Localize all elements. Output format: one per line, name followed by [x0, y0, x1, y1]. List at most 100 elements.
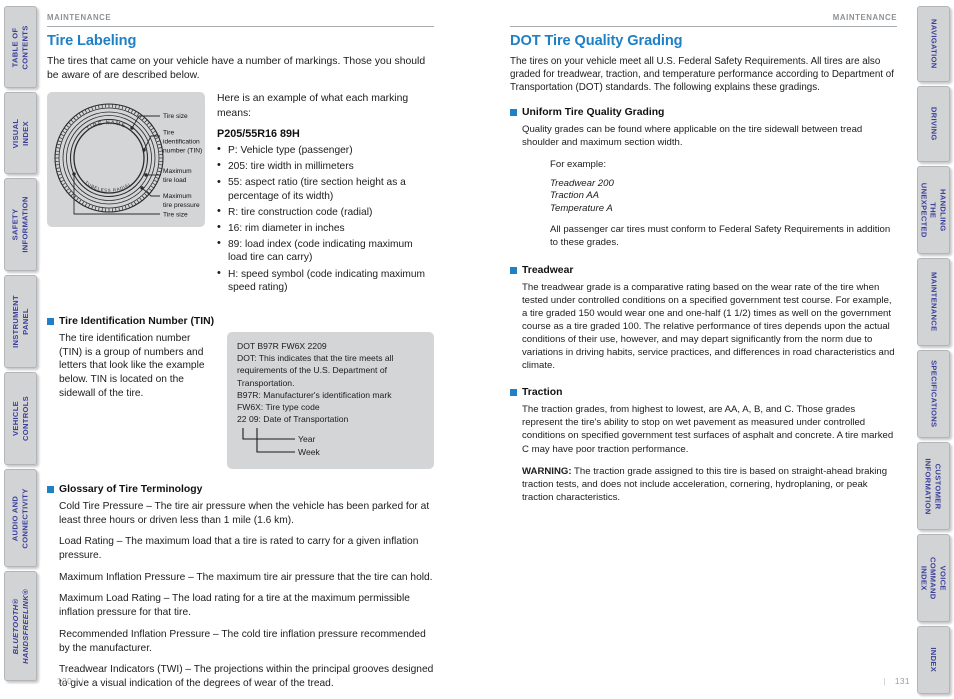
glossary-section: Glossary of Tire Terminology Cold Tire P… — [47, 483, 434, 691]
tin-description: The tire identification number (TIN) is … — [47, 332, 215, 469]
uniform-grading-heading-label: Uniform Tire Quality Grading — [522, 106, 665, 118]
marking-item: 55: aspect ratio (tire section height as… — [217, 175, 434, 203]
right-tab-rail: NAVIGATION DRIVING HANDLING THE UNEXPECT… — [914, 0, 954, 699]
sidebar-tab-specifications[interactable]: SPECIFICATIONS — [917, 350, 950, 438]
sidebar-tab-label: BLUETOOTH® HANDSFREELINK® — [11, 588, 30, 664]
tin-section: Tire Identification Number (TIN) The tir… — [47, 315, 434, 469]
dot-grading-intro: The tires on your vehicle meet all U.S. … — [510, 56, 894, 94]
tire-markings-list: P: Vehicle type (passenger) 205: tire wi… — [217, 143, 434, 295]
bullet-square-icon — [510, 389, 517, 397]
sidebar-tab-instrument-panel[interactable]: INSTRUMENT PANEL — [4, 275, 37, 368]
glossary-entries: Cold Tire Pressure – The tire air pressu… — [47, 500, 434, 691]
left-page: MAINTENANCE Tire Labeling The tires that… — [47, 0, 447, 699]
sidebar-tab-label: SPECIFICATIONS — [929, 360, 939, 428]
sidebar-tab-label: TABLE OF CONTENTS — [11, 24, 30, 70]
marking-item: 89: load index (code indicating maximum … — [217, 237, 434, 265]
marking-item: 16: rim diameter in inches — [217, 221, 434, 236]
right-page-header: MAINTENANCE — [510, 13, 897, 27]
left-page-number: 130 — [57, 676, 73, 686]
tin-example-box: DOT B97R FW6X 2209 DOT: This indicates t… — [227, 332, 434, 469]
right-page-footer: | 131 — [760, 676, 910, 686]
sidebar-tab-audio-and-connectivity[interactable]: AUDIO AND CONNECTIVITY — [4, 469, 37, 567]
sidebar-tab-label: MAINTENANCE — [929, 272, 939, 332]
left-page-footer: 130 | — [57, 676, 84, 686]
traction-warning: WARNING: The traction grade assigned to … — [522, 465, 897, 504]
tin-box-line: 22 09: Date of Transportation — [237, 413, 349, 424]
figure-label-maxpressure-line2: tire pressure — [163, 202, 200, 209]
sidebar-tab-label: VEHICLE CONTROLS — [11, 395, 30, 442]
example-line: Treadwear 200 — [550, 177, 614, 189]
sidebar-tab-label: AUDIO AND CONNECTIVITY — [11, 487, 30, 549]
glossary-entry: Treadwear Indicators (TWI) – The project… — [59, 664, 434, 689]
tin-box-line: B97R: Manufacturer's identification mark — [237, 389, 392, 400]
sidebar-tab-label: DRIVING — [929, 107, 939, 141]
sidebar-tab-label: VISUAL INDEX — [11, 118, 30, 148]
traction-subheading: Traction — [510, 386, 897, 399]
traction-body: The traction grades, from highest to low… — [510, 403, 897, 504]
bullet-square-icon — [47, 318, 54, 326]
sidebar-tab-index[interactable]: INDEX — [917, 626, 950, 694]
figure-label-tin-line2: identification — [163, 139, 200, 146]
warning-text: The traction grade assigned to this tire… — [522, 465, 888, 503]
figure-label-tin-line1: Tire — [163, 130, 174, 137]
figure-tire-name-text: TIRE NAME — [86, 121, 126, 133]
figure-tire-bottom-text: TUBELESS RADIAL — [84, 180, 132, 193]
tin-content: The tire identification number (TIN) is … — [47, 332, 434, 469]
sidebar-tab-bluetooth-handsfreelink[interactable]: BLUETOOTH® HANDSFREELINK® — [4, 571, 37, 681]
tin-bracket-group: Year Week — [237, 427, 425, 461]
sidebar-tab-label: SAFETY INFORMATION — [11, 196, 30, 253]
svg-text:TUBELESS RADIAL: TUBELESS RADIAL — [84, 180, 132, 193]
glossary-entry: Load Rating – The maximum load that a ti… — [59, 536, 419, 562]
sidebar-tab-navigation[interactable]: NAVIGATION — [917, 6, 950, 82]
svg-text:TIRE NAME: TIRE NAME — [86, 121, 127, 133]
right-page: MAINTENANCE DOT Tire Quality Grading The… — [510, 0, 910, 699]
footer-divider: | — [883, 676, 886, 686]
figure-label-tire-size-bottom: Tire size — [163, 212, 188, 219]
tire-markings-column: Here is an example of what each marking … — [217, 92, 434, 297]
sidebar-tab-customer-information[interactable]: CUSTOMER INFORMATION — [917, 442, 950, 530]
left-tab-rail: TABLE OF CONTENTS VISUAL INDEX SAFETY IN… — [0, 0, 40, 699]
sidebar-tab-label: INDEX — [929, 647, 939, 673]
page-title-tire-labeling: Tire Labeling — [47, 33, 137, 49]
example-tail-text: All passenger car tires must conform to … — [550, 223, 891, 248]
uniform-grading-text: Quality grades can be found where applic… — [522, 123, 863, 148]
sidebar-tab-maintenance[interactable]: MAINTENANCE — [917, 258, 950, 346]
bullet-square-icon — [47, 485, 54, 493]
figure-label-maxload-line2: tire load — [163, 177, 187, 184]
sidebar-tab-label: HANDLING THE UNEXPECTED — [919, 182, 948, 238]
sidebar-tab-voice-command-index[interactable]: VOICE COMMAND INDEX — [917, 534, 950, 622]
glossary-subheading: Glossary of Tire Terminology — [47, 483, 434, 496]
sidebar-tab-safety-information[interactable]: SAFETY INFORMATION — [4, 178, 37, 271]
bullet-square-icon — [510, 266, 517, 274]
sidebar-tab-driving[interactable]: DRIVING — [917, 86, 950, 162]
tin-bracket-week-label: Week — [298, 446, 320, 457]
sidebar-tab-label: CUSTOMER INFORMATION — [924, 457, 944, 515]
tire-figure-and-markings: TIRE NAME TUBELESS RADIAL Tire size Tire… — [47, 92, 434, 297]
right-page-number: 131 — [894, 676, 910, 686]
tire-sidewall-figure: TIRE NAME TUBELESS RADIAL Tire size Tire… — [47, 92, 205, 228]
tire-size-code: P205/55R16 89H — [217, 127, 300, 140]
left-page-header: MAINTENANCE — [47, 13, 434, 27]
warning-label: WARNING: — [522, 465, 572, 477]
sidebar-tab-label: INSTRUMENT PANEL — [11, 295, 30, 348]
sidebar-tab-table-of-contents[interactable]: TABLE OF CONTENTS — [4, 6, 37, 88]
left-page-body: Tire Labeling The tires that came on you… — [47, 33, 434, 699]
footer-divider: | — [81, 676, 84, 686]
treadwear-subheading: Treadwear — [510, 264, 897, 277]
marking-item: P: Vehicle type (passenger) — [217, 143, 434, 158]
sidebar-tab-handling-the-unexpected[interactable]: HANDLING THE UNEXPECTED — [917, 166, 950, 254]
uniform-grading-subheading: Uniform Tire Quality Grading — [510, 106, 897, 119]
figure-label-maxload-line1: Maximum — [163, 168, 192, 175]
uniform-grading-example: For example: Treadwear 200 Traction AA T… — [522, 158, 897, 249]
treadwear-text: The treadwear grade is a comparative rat… — [522, 281, 895, 372]
tin-subheading: Tire Identification Number (TIN) — [47, 315, 434, 328]
example-line: Temperature A — [550, 202, 613, 214]
marking-item: H: speed symbol (code indicating maximum… — [217, 267, 434, 295]
sidebar-tab-visual-index[interactable]: VISUAL INDEX — [4, 92, 37, 174]
example-line: Traction AA — [550, 190, 600, 202]
tin-heading-label: Tire Identification Number (TIN) — [59, 316, 215, 328]
tin-bracket-svg — [242, 427, 295, 453]
sidebar-tab-vehicle-controls[interactable]: VEHICLE CONTROLS — [4, 372, 37, 465]
marking-item: R: tire construction code (radial) — [217, 205, 434, 220]
figure-label-tire-size-top: Tire size — [163, 113, 188, 120]
